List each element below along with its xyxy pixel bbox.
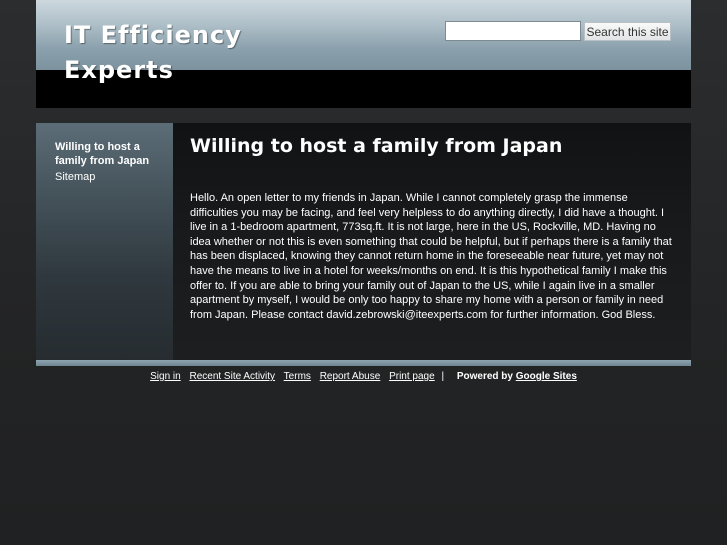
footer-link-terms[interactable]: Terms <box>284 371 311 382</box>
search-input[interactable] <box>445 21 581 41</box>
footer-link-google-sites[interactable]: Google Sites <box>516 371 577 382</box>
site-header: IT Efficiency Experts Search this site <box>36 0 691 108</box>
site-wrapper: IT Efficiency Experts Search this site W… <box>36 0 691 366</box>
footer-link-sign-in[interactable]: Sign in <box>150 371 181 382</box>
content-area: Willing to host a family from Japan Site… <box>36 123 691 360</box>
sidebar-item-sitemap[interactable]: Sitemap <box>55 170 95 184</box>
footer-link-print-page[interactable]: Print page <box>389 371 435 382</box>
site-footer: Sign in Recent Site Activity Terms Repor… <box>0 370 727 384</box>
sidebar-item-current-page[interactable]: Willing to host a family from Japan <box>55 140 165 168</box>
footer-link-recent-site-activity[interactable]: Recent Site Activity <box>189 371 275 382</box>
footer-link-report-abuse[interactable]: Report Abuse <box>320 371 381 382</box>
page-title: Willing to host a family from Japan <box>190 135 563 157</box>
powered-by-label: Powered by <box>456 371 513 382</box>
sidebar: Willing to host a family from Japan Site… <box>36 123 173 360</box>
content-bottom-bar <box>36 360 691 366</box>
page-body-text: Hello. An open letter to my friends in J… <box>190 192 672 321</box>
footer-separator: | <box>441 371 445 382</box>
site-title[interactable]: IT Efficiency Experts <box>64 18 294 88</box>
search-button[interactable]: Search this site <box>584 22 671 41</box>
